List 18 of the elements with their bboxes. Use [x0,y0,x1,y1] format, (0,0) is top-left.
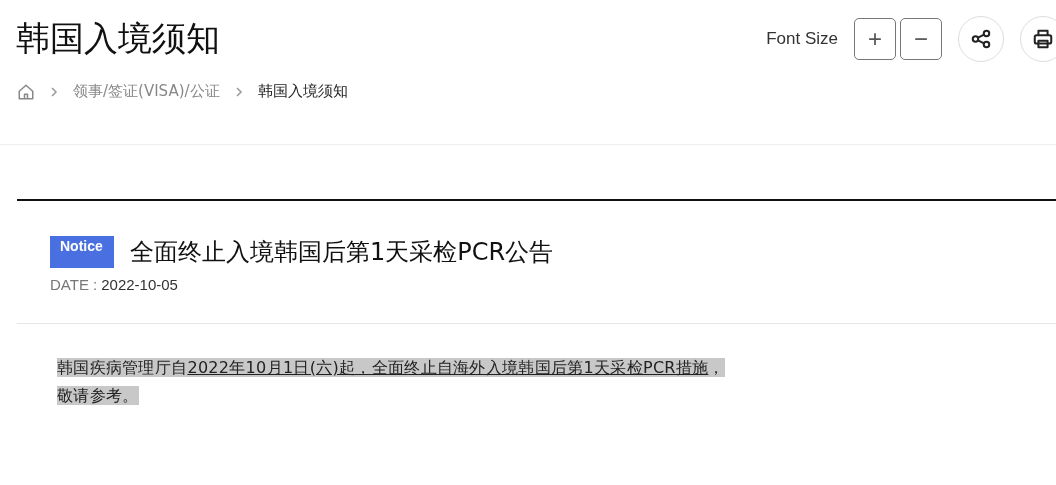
font-size-label: Font Size [766,29,838,49]
share-icon [970,28,992,50]
home-icon[interactable] [17,82,35,101]
date-label: DATE : [50,276,98,293]
breadcrumb-item[interactable]: 韩国入境须知 [257,82,348,101]
print-icon [1032,28,1054,50]
chevron-icon [49,85,59,98]
share-button[interactable] [958,16,1004,62]
notice-title: 全面终止入境韩国后第1天采检PCR公告 [130,237,554,268]
increase-font-button[interactable]: + [854,18,896,60]
notice-body-text: 韩国疾病管理厅自2022年10月1日(六)起，全面终止自海外入境韩国后第1天采检PCR措施， 敬请参考。 [57,357,726,407]
notice-date: 2022-10-05 [101,276,178,293]
breadcrumb-item[interactable]: 领事/签证(VISA)/公证 [73,82,220,101]
chevron-icon [233,85,244,98]
notice-badge: Notice [50,236,114,268]
decrease-font-button[interactable]: − [900,18,942,60]
print-button[interactable] [1020,16,1056,62]
page-title: 韩国入境须知 [16,17,220,60]
